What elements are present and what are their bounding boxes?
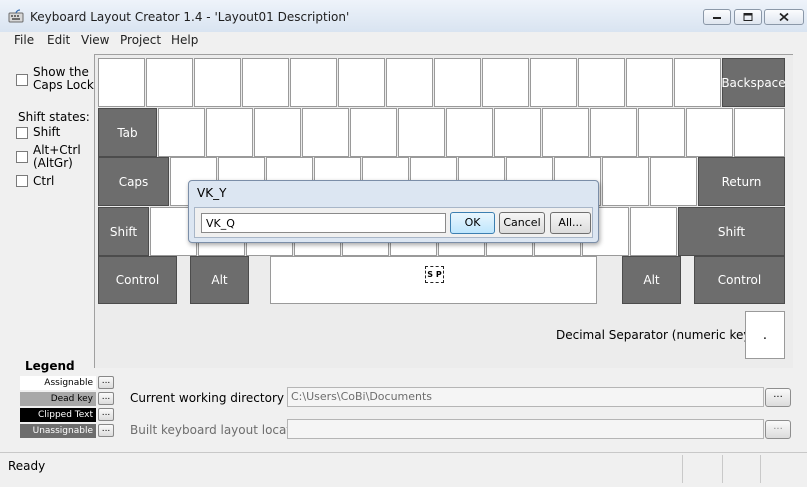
key[interactable] xyxy=(290,58,337,107)
key[interactable] xyxy=(302,108,349,157)
show-caps-lock-label-line2: Caps Lock xyxy=(33,78,94,92)
legend-dead-key: Dead key xyxy=(20,392,96,406)
status-bar: Ready xyxy=(0,452,807,487)
key-mapping-dialog: VK_Y OK Cancel All... xyxy=(188,180,599,243)
key[interactable] xyxy=(630,207,677,256)
altgr-label-line2: (AltGr) xyxy=(33,156,73,170)
cancel-button[interactable]: Cancel xyxy=(499,212,545,234)
menu-help[interactable]: Help xyxy=(171,33,198,47)
legend-assignable: Assignable xyxy=(20,376,96,390)
menu-project[interactable]: Project xyxy=(120,33,161,47)
legend-clipped-text: Clipped Text xyxy=(20,408,96,422)
decimal-separator-key[interactable]: . xyxy=(745,311,785,359)
build-location-field[interactable] xyxy=(287,419,764,439)
key[interactable] xyxy=(434,58,481,107)
status-text: Ready xyxy=(8,459,46,473)
all-button[interactable]: All... xyxy=(550,212,591,234)
dialog-body: OK Cancel All... xyxy=(194,207,593,238)
maximize-button[interactable] xyxy=(734,9,762,25)
legend-unassignable: Unassignable xyxy=(20,424,96,438)
key-alt-right[interactable]: Alt xyxy=(622,256,681,304)
legend-assignable-button[interactable]: ... xyxy=(98,376,114,389)
key[interactable] xyxy=(206,108,253,157)
key[interactable] xyxy=(338,58,385,107)
close-icon xyxy=(779,12,789,22)
key[interactable] xyxy=(578,58,625,107)
working-directory-field[interactable]: C:\Users\CoBi\Documents xyxy=(287,387,764,407)
working-directory-browse-button[interactable]: ... xyxy=(765,388,791,407)
key[interactable] xyxy=(734,108,785,157)
menu-file[interactable]: File xyxy=(14,33,34,47)
key[interactable] xyxy=(602,157,649,206)
working-directory-label: Current working directory xyxy=(130,391,284,405)
key-caps[interactable]: Caps xyxy=(98,157,169,206)
space-key-label: S P xyxy=(425,266,444,283)
key[interactable] xyxy=(590,108,637,157)
key-return[interactable]: Return xyxy=(698,157,785,206)
key-alt-left[interactable]: Alt xyxy=(190,256,249,304)
key[interactable] xyxy=(98,58,145,107)
key[interactable] xyxy=(242,58,289,107)
legend-clipped-text-button[interactable]: ... xyxy=(98,408,114,421)
key-shift-left[interactable]: Shift xyxy=(98,207,149,256)
build-location-browse-button[interactable]: ... xyxy=(765,420,791,439)
minimize-icon xyxy=(713,17,721,19)
key[interactable] xyxy=(158,108,205,157)
altgr-checkbox[interactable] xyxy=(16,151,28,163)
key[interactable] xyxy=(350,108,397,157)
status-divider xyxy=(722,455,723,483)
close-button[interactable] xyxy=(764,9,804,25)
key[interactable] xyxy=(650,157,697,206)
key[interactable] xyxy=(686,108,733,157)
key-tab[interactable]: Tab xyxy=(98,108,157,157)
title-bar: Keyboard Layout Creator 1.4 - 'Layout01 … xyxy=(0,0,807,33)
key-control-right[interactable]: Control xyxy=(694,256,785,304)
key[interactable] xyxy=(494,108,541,157)
legend-unassignable-button[interactable]: ... xyxy=(98,424,114,437)
menu-view[interactable]: View xyxy=(81,33,109,47)
build-location-label: Built keyboard layout location xyxy=(130,423,310,437)
key-shift-right[interactable]: Shift xyxy=(678,207,785,256)
window-title: Keyboard Layout Creator 1.4 - 'Layout01 … xyxy=(30,10,350,24)
key[interactable] xyxy=(146,58,193,107)
key[interactable] xyxy=(446,108,493,157)
key-control-left[interactable]: Control xyxy=(98,256,177,304)
key[interactable] xyxy=(386,58,433,107)
show-caps-lock-checkbox[interactable] xyxy=(16,74,28,86)
key[interactable] xyxy=(530,58,577,107)
key[interactable] xyxy=(626,58,673,107)
status-divider xyxy=(682,455,683,483)
legend-dead-key-button[interactable]: ... xyxy=(98,392,114,405)
key[interactable] xyxy=(254,108,301,157)
shift-label: Shift xyxy=(33,125,61,139)
keyboard-app-icon xyxy=(8,9,24,23)
key[interactable] xyxy=(482,58,529,107)
shift-checkbox[interactable] xyxy=(16,127,28,139)
key[interactable] xyxy=(674,58,721,107)
menu-edit[interactable]: Edit xyxy=(47,33,70,47)
menu-bar: File Edit View Project Help xyxy=(0,32,807,48)
key[interactable] xyxy=(194,58,241,107)
maximize-icon xyxy=(743,13,753,21)
ctrl-label: Ctrl xyxy=(33,174,55,188)
key[interactable] xyxy=(542,108,589,157)
legend-title: Legend xyxy=(25,359,75,373)
status-divider xyxy=(760,455,761,483)
key[interactable] xyxy=(398,108,445,157)
shift-states-heading: Shift states: xyxy=(18,110,90,124)
ctrl-checkbox[interactable] xyxy=(16,175,28,187)
vk-input[interactable] xyxy=(201,213,446,233)
ok-button[interactable]: OK xyxy=(450,212,495,234)
key[interactable] xyxy=(638,108,685,157)
key-backspace[interactable]: Backspace xyxy=(721,58,786,107)
minimize-button[interactable] xyxy=(703,9,731,25)
dialog-title: VK_Y xyxy=(197,186,227,200)
